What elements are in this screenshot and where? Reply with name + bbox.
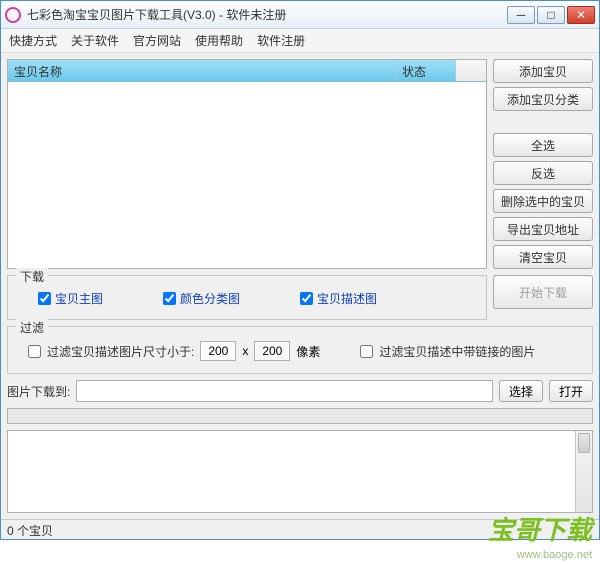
- content-area: 宝贝名称 状态 添加宝贝 添加宝贝分类 全选 反选 删除选中的宝贝 导出宝贝地址…: [1, 53, 599, 519]
- list-header: 宝贝名称 状态: [8, 60, 486, 82]
- list-body[interactable]: [8, 82, 486, 268]
- check-main-image[interactable]: 宝贝主图: [38, 290, 103, 307]
- choose-path-button[interactable]: 选择: [499, 380, 543, 402]
- path-label: 图片下载到:: [7, 383, 70, 400]
- download-side: 开始下载: [493, 275, 593, 320]
- path-input[interactable]: [76, 380, 493, 402]
- status-count: 0 个宝贝: [7, 524, 53, 538]
- download-group: 下载 宝贝主图 颜色分类图 宝贝描述图: [7, 275, 487, 320]
- check-color-image[interactable]: 颜色分类图: [163, 290, 240, 307]
- select-all-button[interactable]: 全选: [493, 133, 593, 157]
- checkbox-color-image[interactable]: [163, 292, 176, 305]
- close-button[interactable]: ✕: [567, 6, 595, 24]
- clear-items-button[interactable]: 清空宝贝: [493, 245, 593, 269]
- top-row: 宝贝名称 状态 添加宝贝 添加宝贝分类 全选 反选 删除选中的宝贝 导出宝贝地址…: [7, 59, 593, 269]
- column-spacer: [456, 60, 486, 81]
- export-url-button[interactable]: 导出宝贝地址: [493, 217, 593, 241]
- column-status[interactable]: 状态: [396, 60, 456, 81]
- scrollbar-thumb[interactable]: [578, 433, 590, 453]
- filter-group: 过滤 过滤宝贝描述图片尺寸小于: x 像素 过滤宝贝描述中带链接的图片: [7, 326, 593, 374]
- watermark-url: www.baoge.net: [517, 549, 592, 561]
- filter-width-input[interactable]: [200, 341, 236, 361]
- menu-shortcuts[interactable]: 快捷方式: [9, 32, 57, 49]
- open-path-button[interactable]: 打开: [549, 380, 593, 402]
- download-row: 下载 宝贝主图 颜色分类图 宝贝描述图: [7, 275, 593, 320]
- menu-about[interactable]: 关于软件: [71, 32, 119, 49]
- check-desc-image[interactable]: 宝贝描述图: [300, 290, 377, 307]
- invert-selection-button[interactable]: 反选: [493, 161, 593, 185]
- checkbox-main-image[interactable]: [38, 292, 51, 305]
- item-list[interactable]: 宝贝名称 状态: [7, 59, 487, 269]
- titlebar[interactable]: 七彩色淘宝宝贝图片下载工具(V3.0) - 软件未注册 ─ □ ✕: [1, 1, 599, 29]
- minimize-button[interactable]: ─: [507, 6, 535, 24]
- filter-link: 过滤宝贝描述中带链接的图片: [360, 343, 535, 360]
- statusbar: 0 个宝贝: [1, 519, 599, 539]
- menu-register[interactable]: 软件注册: [257, 32, 305, 49]
- app-icon: [5, 7, 21, 23]
- delete-selected-button[interactable]: 删除选中的宝贝: [493, 189, 593, 213]
- window-title: 七彩色淘宝宝贝图片下载工具(V3.0) - 软件未注册: [27, 6, 507, 23]
- filter-group-title: 过滤: [16, 319, 48, 336]
- side-buttons: 添加宝贝 添加宝贝分类 全选 反选 删除选中的宝贝 导出宝贝地址 清空宝贝: [493, 59, 593, 269]
- column-name[interactable]: 宝贝名称: [8, 60, 396, 81]
- menu-help[interactable]: 使用帮助: [195, 32, 243, 49]
- download-group-title: 下载: [16, 268, 48, 285]
- start-download-button[interactable]: 开始下载: [493, 275, 593, 309]
- progress-bar: [7, 408, 593, 424]
- menubar: 快捷方式 关于软件 官方网站 使用帮助 软件注册: [1, 29, 599, 53]
- add-category-button[interactable]: 添加宝贝分类: [493, 87, 593, 111]
- log-area[interactable]: [7, 430, 593, 513]
- menu-official-site[interactable]: 官方网站: [133, 32, 181, 49]
- maximize-button[interactable]: □: [537, 6, 565, 24]
- checkbox-desc-image[interactable]: [300, 292, 313, 305]
- filter-height-input[interactable]: [254, 341, 290, 361]
- filter-size: 过滤宝贝描述图片尺寸小于: x 像素: [28, 341, 320, 361]
- window-controls: ─ □ ✕: [507, 6, 595, 24]
- checkbox-filter-size[interactable]: [28, 345, 41, 358]
- path-row: 图片下载到: 选择 打开: [7, 380, 593, 402]
- add-item-button[interactable]: 添加宝贝: [493, 59, 593, 83]
- app-window: 七彩色淘宝宝贝图片下载工具(V3.0) - 软件未注册 ─ □ ✕ 快捷方式 关…: [0, 0, 600, 540]
- checkbox-filter-link[interactable]: [360, 345, 373, 358]
